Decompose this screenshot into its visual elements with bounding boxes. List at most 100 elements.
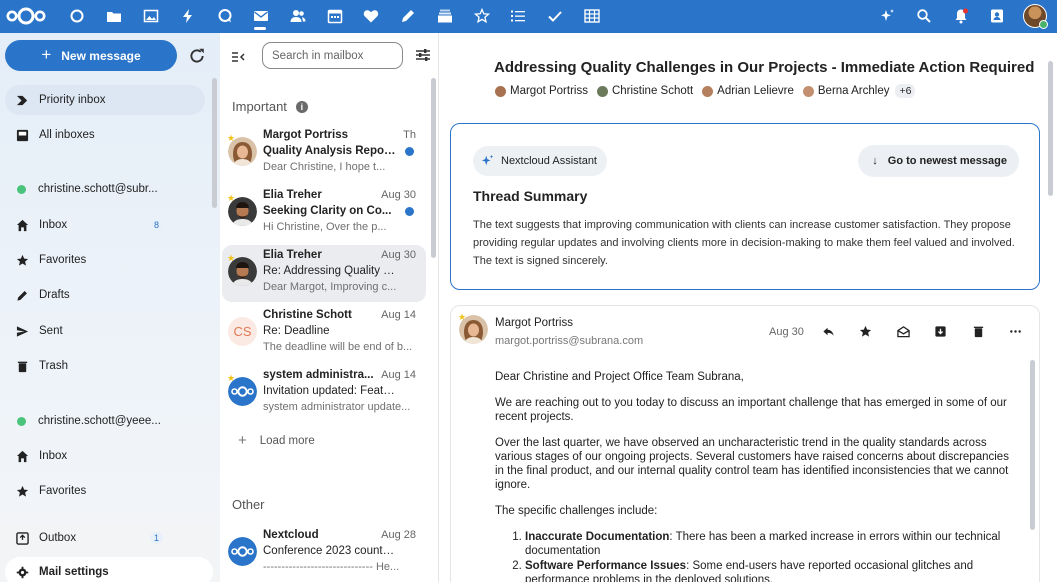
important-star-icon: ★ — [227, 373, 236, 383]
assistant-icon[interactable] — [877, 5, 899, 27]
account-christine-yeee[interactable]: christine.schott@yeee... — [5, 406, 205, 436]
calendar-icon[interactable] — [324, 5, 346, 27]
nav-item-drafts[interactable]: Drafts — [5, 280, 205, 310]
sender-email[interactable]: margot.portriss@subrana.com — [495, 335, 643, 347]
nav-item-outbox[interactable]: Outbox 1 — [5, 523, 205, 553]
message-body-scrollbar[interactable] — [1030, 360, 1035, 530]
avatar: CS — [228, 317, 257, 346]
sidebar-scrollbar[interactable] — [212, 78, 217, 208]
participant[interactable]: Margot Portriss — [495, 85, 588, 97]
mail-icon[interactable] — [250, 5, 272, 27]
refresh-icon[interactable] — [188, 47, 206, 65]
photos-icon[interactable] — [140, 5, 162, 27]
load-more-button[interactable]: + Load more — [238, 432, 315, 449]
thread-scrollbar[interactable] — [1048, 61, 1053, 196]
star-icon — [15, 484, 29, 498]
message-sender: system administra... — [263, 369, 374, 381]
deck-icon[interactable] — [434, 5, 456, 27]
participant-name: Christine Schott — [611, 85, 694, 97]
reply-icon[interactable] — [819, 322, 837, 340]
account-status-dot — [17, 416, 26, 426]
message-date: Th — [403, 129, 416, 141]
all-inboxes-icon — [15, 128, 29, 142]
star-icon — [15, 253, 29, 267]
search-icon[interactable] — [913, 5, 935, 27]
account-christine-subrana[interactable]: christine.schott@subr... — [5, 174, 205, 204]
message-paragraph: We are reaching out to you today to disc… — [495, 397, 1007, 423]
activity-icon[interactable] — [177, 5, 199, 27]
tasks-icon[interactable] — [507, 5, 529, 27]
contacts-icon[interactable] — [287, 5, 309, 27]
nav-item-sent[interactable]: Sent — [5, 316, 205, 346]
favorite-star-icon[interactable] — [856, 322, 874, 340]
message-preview: Dear Margot, Improving c... — [263, 281, 397, 293]
nav-item-favorites[interactable]: Favorites — [5, 245, 205, 275]
nav-item-all-inboxes[interactable]: All inboxes — [5, 120, 205, 150]
favorites-icon[interactable] — [360, 5, 382, 27]
nextcloud-logo[interactable] — [4, 5, 48, 27]
mark-unread-icon[interactable] — [894, 322, 912, 340]
participant[interactable]: Adrian Lelievre — [702, 85, 794, 97]
list-item[interactable]: CS Christine Schott Aug 14 Re: Deadline … — [222, 305, 426, 362]
nav-item-label: Outbox — [39, 532, 77, 544]
message-subject: Re: Deadline — [263, 325, 330, 337]
mail-settings-button[interactable]: Mail settings — [5, 557, 205, 582]
list-item[interactable]: Nextcloud Aug 28 Conference 2023 countdo… — [222, 525, 426, 582]
message-sender: Christine Schott — [263, 309, 352, 321]
assistant-app-icon[interactable] — [471, 5, 493, 27]
top-bar — [0, 0, 1057, 33]
nav-item-label: Inbox — [39, 450, 68, 462]
more-actions-icon[interactable] — [1006, 322, 1024, 340]
delete-icon[interactable] — [969, 322, 987, 340]
participant[interactable]: Berna Archley — [802, 85, 889, 97]
arrow-down-icon: ↓ — [872, 155, 878, 167]
message-sender: Elia Treher — [263, 249, 322, 261]
list-item-title: Inaccurate Documentation — [525, 531, 670, 543]
nav-item-favorites-2[interactable]: Favorites — [5, 476, 205, 506]
list-item[interactable]: ★ system administra... Aug 14 Invitation… — [222, 365, 426, 422]
new-message-button[interactable]: + New message — [5, 40, 177, 71]
message-subject: Re: Addressing Quality Ch... — [263, 265, 396, 277]
nav-item-inbox-2[interactable]: Inbox — [5, 441, 205, 471]
message-list-scrollbar[interactable] — [431, 78, 436, 258]
message-subject: Conference 2023 countdown... — [263, 545, 396, 557]
message-sender: Nextcloud — [263, 529, 319, 541]
notes-icon[interactable] — [397, 5, 419, 27]
list-item[interactable]: ★ Margot Portriss Th Quality Analysis Re… — [222, 125, 426, 182]
nav-item-inbox[interactable]: Inbox 8 — [5, 210, 205, 240]
go-to-newest-message-button[interactable]: ↓ Go to newest message — [858, 145, 1019, 177]
tables-icon[interactable] — [581, 5, 603, 27]
sender-name[interactable]: Margot Portriss — [495, 317, 573, 329]
more-participants-badge[interactable]: +6 — [895, 84, 916, 98]
archive-icon[interactable] — [931, 322, 949, 340]
participant-avatar — [702, 85, 714, 97]
trash-icon — [15, 359, 29, 373]
user-avatar[interactable] — [1023, 4, 1048, 29]
nav-item-priority-inbox[interactable]: Priority inbox — [5, 85, 205, 115]
participant[interactable]: Christine Schott — [596, 85, 694, 97]
online-status-icon — [1039, 20, 1048, 29]
participant-name: Adrian Lelievre — [717, 85, 794, 97]
active-app-indicator — [254, 27, 266, 30]
important-star-icon: ★ — [227, 193, 236, 203]
toggle-sidebar-icon[interactable] — [230, 49, 246, 65]
sparkle-icon — [481, 154, 494, 166]
notifications-icon[interactable] — [950, 5, 972, 27]
contacts-menu-icon[interactable] — [986, 5, 1008, 27]
search-input[interactable]: Search in mailbox — [262, 42, 403, 69]
nav-item-label: Priority inbox — [39, 94, 106, 106]
files-icon[interactable] — [103, 5, 125, 27]
talk-icon[interactable] — [214, 5, 236, 27]
nav-item-trash[interactable]: Trash — [5, 351, 205, 381]
message-preview: Hi Christine, Over the p... — [263, 221, 387, 233]
message-preview: system administrator update... — [263, 401, 411, 413]
message-preview: Dear Christine, I hope t... — [263, 161, 386, 173]
dashboard-icon[interactable] — [66, 5, 88, 27]
list-item-selected[interactable]: ★ Elia Treher Aug 30 Re: Addressing Qual… — [222, 245, 426, 302]
list-item[interactable]: ★ Elia Treher Aug 30 Seeking Clarity on … — [222, 185, 426, 242]
message-date: Aug 30 — [381, 189, 416, 201]
plus-icon: + — [238, 432, 247, 449]
checklist-icon[interactable] — [544, 5, 566, 27]
filter-icon[interactable] — [415, 47, 431, 63]
info-icon[interactable]: i — [295, 100, 308, 113]
